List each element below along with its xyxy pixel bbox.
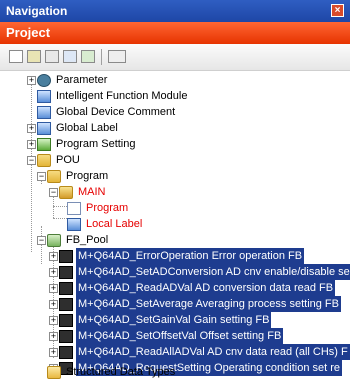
tree-item-program-folder[interactable]: − Program bbox=[0, 168, 350, 184]
delete-icon[interactable] bbox=[63, 50, 77, 63]
expand-icon[interactable]: + bbox=[49, 348, 58, 357]
tree-item-local-label[interactable]: Local Label bbox=[0, 216, 350, 232]
expand-icon[interactable]: + bbox=[27, 124, 36, 133]
close-icon[interactable]: × bbox=[331, 4, 344, 17]
filter-dropdown-icon[interactable] bbox=[108, 50, 126, 63]
tree-item-fb[interactable]: + M+Q64AD_SetAverage Averaging process s… bbox=[0, 296, 350, 312]
tree-item-fb[interactable]: + M+Q64AD_SetGainVal Gain setting FB bbox=[0, 312, 350, 328]
structured-data-icon bbox=[47, 366, 61, 379]
program-setting-icon bbox=[37, 138, 51, 151]
title-bar: Navigation × bbox=[0, 0, 350, 22]
tree-item-label: Parameter bbox=[56, 74, 108, 86]
collapse-icon[interactable]: − bbox=[27, 156, 36, 165]
toolbar-separator bbox=[101, 49, 102, 65]
tree-item-label: Program bbox=[66, 170, 109, 182]
tree-item-label: Intelligent Function Module bbox=[56, 90, 188, 102]
tree-item-label: MAIN bbox=[78, 186, 106, 198]
tree-item-label: M+Q64AD_ErrorOperation Error operation F… bbox=[76, 248, 305, 264]
tree-item-fb[interactable]: + M+Q64AD_ReadAllADVal AD cnv data read … bbox=[0, 344, 350, 360]
project-tree: + Parameter Intelligent Function Module … bbox=[0, 70, 350, 383]
tree-item-fb[interactable]: + M+Q64AD_SetOffsetVal Offset setting FB bbox=[0, 328, 350, 344]
program-main-icon bbox=[59, 186, 73, 199]
new-data-icon[interactable] bbox=[9, 50, 23, 63]
paste-icon[interactable] bbox=[45, 50, 59, 63]
copy-icon[interactable] bbox=[27, 50, 41, 63]
project-title: Project bbox=[6, 25, 51, 40]
fb-icon bbox=[59, 314, 73, 327]
fb-icon bbox=[59, 298, 73, 311]
fb-icon bbox=[59, 346, 73, 359]
collapse-icon[interactable]: − bbox=[37, 172, 46, 181]
tree-item-program-body[interactable]: Program bbox=[0, 200, 350, 216]
tree-item-label: M+Q64AD_SetGainVal Gain setting FB bbox=[76, 312, 272, 328]
tree-item-label: POU bbox=[56, 154, 80, 166]
fb-icon bbox=[59, 266, 73, 279]
fb-pool-icon bbox=[47, 234, 61, 247]
collapse-icon[interactable]: − bbox=[49, 188, 58, 197]
tree-item-label: M+Q64AD_ReadAllADVal AD cnv data read (a… bbox=[76, 344, 350, 360]
tree-item-structured-data-types[interactable]: Structured Data Types bbox=[0, 364, 350, 380]
expand-icon[interactable]: + bbox=[49, 268, 58, 277]
tree-item-global-label[interactable]: + Global Label bbox=[0, 120, 350, 136]
parameter-icon bbox=[37, 74, 51, 87]
fb-icon bbox=[59, 330, 73, 343]
local-label-icon bbox=[67, 218, 81, 231]
fb-icon bbox=[59, 282, 73, 295]
tree-item-parameter[interactable]: + Parameter bbox=[0, 72, 350, 88]
tree-item-global-device-comment[interactable]: Global Device Comment bbox=[0, 104, 350, 120]
tree-item-fb[interactable]: + M+Q64AD_ErrorOperation Error operation… bbox=[0, 248, 350, 264]
expand-icon[interactable]: + bbox=[27, 76, 36, 85]
tree-item-label: M+Q64AD_ReadADVal AD conversion data rea… bbox=[76, 280, 336, 296]
tree-item-label: FB_Pool bbox=[66, 234, 109, 246]
expand-icon[interactable]: + bbox=[49, 316, 58, 325]
tree-item-label: Structured Data Types bbox=[66, 366, 176, 378]
tree-item-fb[interactable]: + M+Q64AD_SetADConversion AD cnv enable/… bbox=[0, 264, 350, 280]
expand-icon[interactable]: + bbox=[27, 140, 36, 149]
expand-icon[interactable]: + bbox=[49, 284, 58, 293]
expand-icon[interactable]: + bbox=[49, 252, 58, 261]
tree-item-fb-pool[interactable]: − FB_Pool bbox=[0, 232, 350, 248]
tree-item-main[interactable]: − MAIN bbox=[0, 184, 350, 200]
tree-item-label: M+Q64AD_SetOffsetVal Offset setting FB bbox=[76, 328, 284, 344]
tree-item-label: Program Setting bbox=[56, 138, 136, 150]
tree-item-label: M+Q64AD_SetADConversion AD cnv enable/di… bbox=[76, 264, 350, 280]
tree-item-label: Global Label bbox=[56, 122, 118, 134]
collapse-icon[interactable]: − bbox=[37, 236, 46, 245]
panel-title: Navigation bbox=[6, 4, 68, 18]
tree-item-pou[interactable]: − POU bbox=[0, 152, 350, 168]
folder-icon bbox=[37, 154, 51, 167]
module-icon bbox=[37, 90, 51, 103]
tree-item-intelligent-function-module[interactable]: Intelligent Function Module bbox=[0, 88, 350, 104]
tree-item-label: Global Device Comment bbox=[56, 106, 176, 118]
folder-icon bbox=[47, 170, 61, 183]
tree-item-fb[interactable]: + M+Q64AD_ReadADVal AD conversion data r… bbox=[0, 280, 350, 296]
tree-item-program-setting[interactable]: + Program Setting bbox=[0, 136, 350, 152]
tree-item-label: Program bbox=[86, 202, 129, 214]
expand-icon[interactable]: + bbox=[49, 300, 58, 309]
fb-icon bbox=[59, 250, 73, 263]
program-body-icon bbox=[67, 202, 81, 215]
property-icon[interactable] bbox=[81, 50, 95, 63]
project-bar[interactable]: Project bbox=[0, 22, 350, 44]
expand-icon[interactable]: + bbox=[49, 332, 58, 341]
tree-item-label: Local Label bbox=[86, 218, 143, 230]
tree-item-label: M+Q64AD_SetAverage Averaging process set… bbox=[76, 296, 341, 312]
toolbar bbox=[0, 44, 350, 71]
comment-icon bbox=[37, 106, 51, 119]
label-icon bbox=[37, 122, 51, 135]
navigation-panel: Navigation × Project + Parameter Intelli… bbox=[0, 0, 350, 383]
